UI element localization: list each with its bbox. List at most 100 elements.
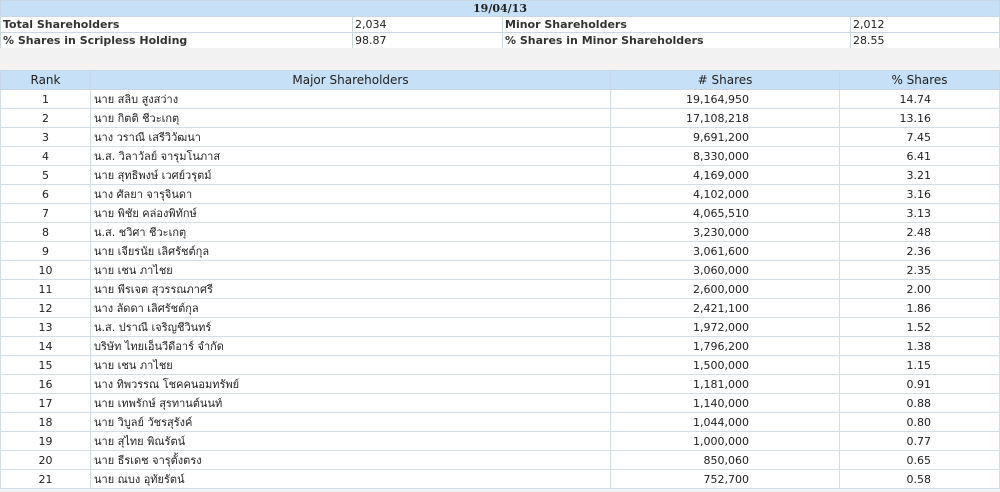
table-row: 13 น.ส. ปราณี เจริญชีวินทร์ 1,972,000 1.52 (0, 317, 1000, 337)
table-row: 1 นาย สลิบ สูงสว่าง 19,164,950 14.74 (0, 89, 1000, 109)
pct-shares-cell: 2.48 (839, 222, 1000, 242)
shares-cell: 1,181,000 (610, 374, 840, 394)
rank-cell: 4 (0, 146, 91, 166)
shareholder-name-cell: นาง วราณี เสรีวิวัฒนา (90, 127, 611, 147)
rank-cell: 1 (0, 89, 91, 109)
rank-cell: 10 (0, 260, 91, 280)
table-row: 12 นาง ลัดดา เลิศรัชต์กุล 2,421,100 1.86 (0, 298, 1000, 318)
rank-cell: 16 (0, 374, 91, 394)
shareholder-name-cell: นาย พิชัย คล่องพิทักษ์ (90, 203, 611, 223)
table-row: 18 นาย วิบูลย์ วัชรสุรังค์ 1,044,000 0.80 (0, 412, 1000, 432)
shares-cell: 1,796,200 (610, 336, 840, 356)
table-row: 9 นาย เจียรนัย เลิศรัชต์กุล 3,061,600 2.36 (0, 241, 1000, 261)
pct-shares-cell: 0.58 (839, 469, 1000, 489)
rank-cell: 17 (0, 393, 91, 413)
column-header-pct-shares: % Shares (839, 70, 1000, 90)
section-gap (0, 48, 1000, 70)
shareholder-name-cell: นาง ศัลยา จารุจินดา (90, 184, 611, 204)
shares-cell: 1,140,000 (610, 393, 840, 413)
pct-shares-cell: 3.16 (839, 184, 1000, 204)
shareholder-summary-table: 19/04/13 Total Shareholders 2,034 Minor … (0, 0, 1000, 49)
pct-shares-cell: 0.80 (839, 412, 1000, 432)
pct-shares-cell: 2.36 (839, 241, 1000, 261)
table-row: 11 นาย พีรเจต สุวรรณภาศรี 2,600,000 2.00 (0, 279, 1000, 299)
column-header-major-shareholders: Major Shareholders (90, 70, 611, 90)
rank-cell: 19 (0, 431, 91, 451)
pct-shares-cell: 1.38 (839, 336, 1000, 356)
table-row: 7 นาย พิชัย คล่องพิทักษ์ 4,065,510 3.13 (0, 203, 1000, 223)
shares-cell: 850,060 (610, 450, 840, 470)
major-shareholders-table: Rank Major Shareholders # Shares % Share… (0, 70, 1000, 489)
shares-cell: 1,972,000 (610, 317, 840, 337)
column-header-shares: # Shares (610, 70, 840, 90)
rank-cell: 20 (0, 450, 91, 470)
pct-shares-cell: 13.16 (839, 108, 1000, 128)
table-row: 4 น.ส. วิลาวัลย์ จารุมโนภาส 8,330,000 6.41 (0, 146, 1000, 166)
shareholder-name-cell: น.ส. ปราณี เจริญชีวินทร์ (90, 317, 611, 337)
summary-row: % Shares in Scripless Holding 98.87 % Sh… (0, 32, 1000, 49)
shareholder-name-cell: นาย เจียรนัย เลิศรัชต์กุล (90, 241, 611, 261)
pct-shares-cell: 7.45 (839, 127, 1000, 147)
table-row: 19 นาย สุไทย พิณรัตน์ 1,000,000 0.77 (0, 431, 1000, 451)
pct-shares-cell: 14.74 (839, 89, 1000, 109)
rank-cell: 5 (0, 165, 91, 185)
shares-cell: 1,044,000 (610, 412, 840, 432)
pct-shares-cell: 6.41 (839, 146, 1000, 166)
pct-shares-cell: 0.88 (839, 393, 1000, 413)
rank-cell: 8 (0, 222, 91, 242)
shares-cell: 17,108,218 (610, 108, 840, 128)
rank-cell: 14 (0, 336, 91, 356)
table-row: 10 นาย เชน ภาไชย 3,060,000 2.35 (0, 260, 1000, 280)
summary-date: 19/04/13 (0, 0, 1000, 17)
scripless-holding-label: % Shares in Scripless Holding (0, 32, 353, 49)
pct-shares-cell: 2.00 (839, 279, 1000, 299)
shares-cell: 4,102,000 (610, 184, 840, 204)
shareholder-name-cell: น.ส. วิลาวัลย์ จารุมโนภาส (90, 146, 611, 166)
table-header-row: Rank Major Shareholders # Shares % Share… (0, 70, 1000, 90)
shareholder-name-cell: นาย เชน ภาไชย (90, 355, 611, 375)
minor-shares-pct-label: % Shares in Minor Shareholders (502, 32, 851, 49)
pct-shares-cell: 1.52 (839, 317, 1000, 337)
rank-cell: 3 (0, 127, 91, 147)
table-row: 16 นาง ทิพวรรณ โชคคนอมทรัพย์ 1,181,000 0.91 (0, 374, 1000, 394)
table-row: 2 นาย กิตติ ชีวะเกตุ 17,108,218 13.16 (0, 108, 1000, 128)
pct-shares-cell: 1.15 (839, 355, 1000, 375)
minor-shares-pct-value: 28.55 (849, 32, 1000, 49)
shareholder-name-cell: นาย เชน ภาไชย (90, 260, 611, 280)
table-row: 6 นาง ศัลยา จารุจินดา 4,102,000 3.16 (0, 184, 1000, 204)
shareholder-name-cell: นาย วิบูลย์ วัชรสุรังค์ (90, 412, 611, 432)
shareholder-name-cell: นาย ธีรเดช จารุตั้งตรง (90, 450, 611, 470)
total-shareholders-value: 2,034 (352, 16, 503, 33)
shareholder-name-cell: นาย สุไทย พิณรัตน์ (90, 431, 611, 451)
shares-cell: 4,169,000 (610, 165, 840, 185)
shares-cell: 1,500,000 (610, 355, 840, 375)
column-header-rank: Rank (0, 70, 91, 90)
shareholder-name-cell: นาง ทิพวรรณ โชคคนอมทรัพย์ (90, 374, 611, 394)
shares-cell: 8,330,000 (610, 146, 840, 166)
minor-shareholders-label: Minor Shareholders (502, 16, 851, 33)
shares-cell: 9,691,200 (610, 127, 840, 147)
shares-cell: 2,600,000 (610, 279, 840, 299)
rank-cell: 13 (0, 317, 91, 337)
shares-cell: 2,421,100 (610, 298, 840, 318)
shareholder-name-cell: นาย สุทธิพงษ์ เวศย์วรุตม์ (90, 165, 611, 185)
pct-shares-cell: 0.91 (839, 374, 1000, 394)
shareholder-name-cell: นาย ณบง อุทัยรัตน์ (90, 469, 611, 489)
total-shareholders-label: Total Shareholders (0, 16, 353, 33)
shares-cell: 4,065,510 (610, 203, 840, 223)
table-row: 8 น.ส. ชวิศา ชีวะเกตุ 3,230,000 2.48 (0, 222, 1000, 242)
shares-cell: 19,164,950 (610, 89, 840, 109)
shareholder-name-cell: นาย สลิบ สูงสว่าง (90, 89, 611, 109)
rank-cell: 2 (0, 108, 91, 128)
pct-shares-cell: 3.13 (839, 203, 1000, 223)
shareholder-name-cell: น.ส. ชวิศา ชีวะเกตุ (90, 222, 611, 242)
table-row: 17 นาย เทพรักษ์ สุรทานต์นนท์ 1,140,000 0.88 (0, 393, 1000, 413)
table-row: 5 นาย สุทธิพงษ์ เวศย์วรุตม์ 4,169,000 3.21 (0, 165, 1000, 185)
pct-shares-cell: 2.35 (839, 260, 1000, 280)
table-row: 20 นาย ธีรเดช จารุตั้งตรง 850,060 0.65 (0, 450, 1000, 470)
table-row: 14 บริษัท ไทยเอ็นวีดีอาร์ จำกัด 1,796,200 1… (0, 336, 1000, 356)
rank-cell: 11 (0, 279, 91, 299)
shares-cell: 752,700 (610, 469, 840, 489)
scripless-holding-value: 98.87 (352, 32, 503, 49)
table-row: 21 นาย ณบง อุทัยรัตน์ 752,700 0.58 (0, 469, 1000, 489)
